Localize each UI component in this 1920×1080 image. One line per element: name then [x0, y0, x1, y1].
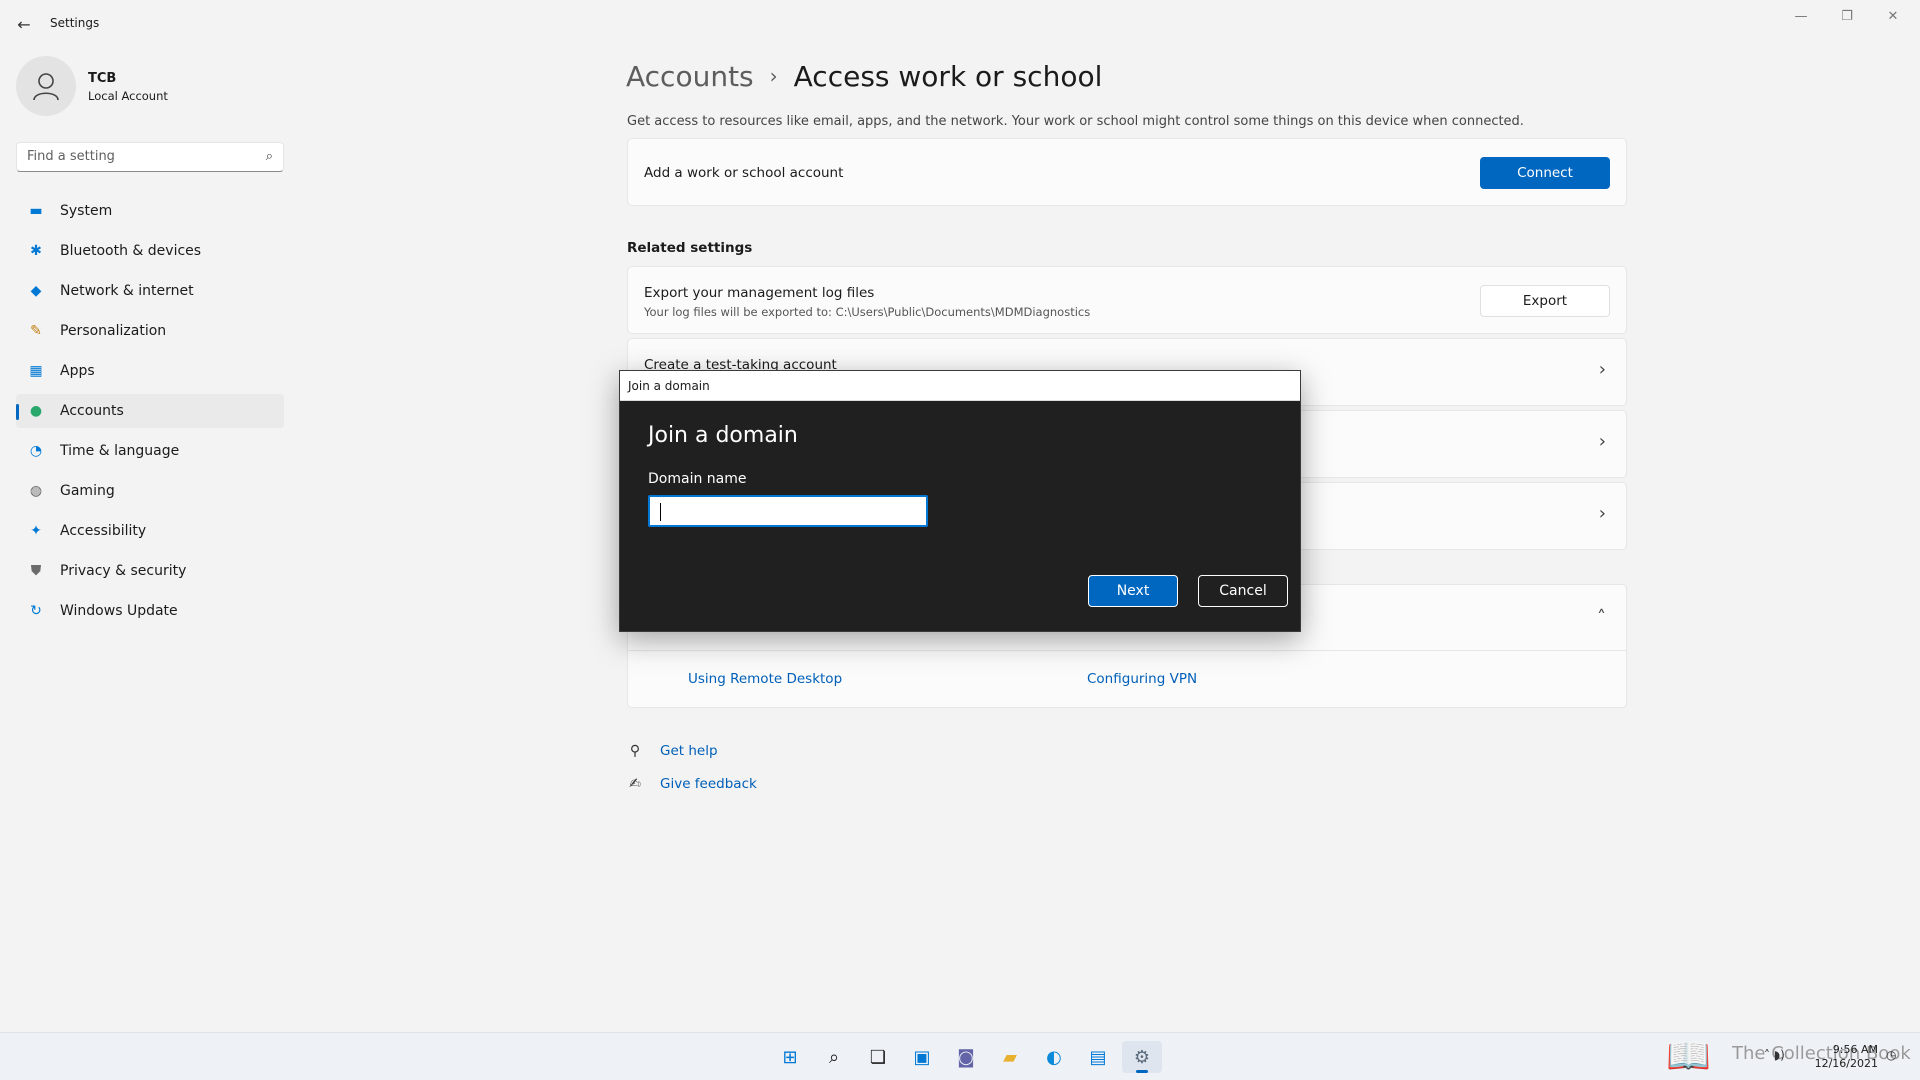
avatar	[16, 56, 76, 116]
sidebar-item-label: Network & internet	[60, 283, 194, 299]
sidebar-item-network-internet[interactable]: ◆ Network & internet	[16, 274, 284, 308]
export-logs-title: Export your management log files	[644, 285, 875, 301]
sidebar-item-personalization[interactable]: ✎ Personalization	[16, 314, 284, 348]
gamepad-icon: ◍	[29, 483, 43, 499]
title-bar: ← Settings — ❐ ✕	[0, 0, 1920, 48]
brush-icon: ✎	[30, 323, 42, 339]
settings-search[interactable]: ⌕	[16, 142, 284, 172]
profile-account-type: Local Account	[88, 89, 168, 103]
back-arrow-icon: ←	[17, 14, 31, 34]
apps-icon: ▦	[29, 363, 43, 379]
export-logs-path: Your log files will be exported to: C:\U…	[644, 305, 1091, 319]
restore-button[interactable]: ❐	[1824, 6, 1870, 26]
join-domain-dialog: Join a domain Join a domain Domain name …	[619, 370, 1301, 632]
domain-name-field[interactable]	[648, 495, 928, 527]
profile-card[interactable]: TCB Local Account	[16, 56, 276, 120]
bluetooth-icon: ✱	[30, 243, 42, 259]
back-button[interactable]: ←	[10, 12, 38, 36]
sidebar-item-label: Apps	[60, 363, 95, 379]
sidebar-item-label: Personalization	[60, 323, 167, 339]
sidebar-item-windows-update[interactable]: ↻ Windows Update	[16, 594, 284, 628]
give-feedback-link[interactable]: Give feedback	[660, 776, 757, 792]
breadcrumb: Accounts › Access work or school	[626, 56, 1102, 96]
get-help-row[interactable]: ⚲ Get help	[626, 742, 718, 760]
person-icon: ●	[29, 403, 43, 419]
sidebar-item-label: Gaming	[60, 483, 115, 499]
export-logs-card: Export your management log files Your lo…	[627, 266, 1627, 334]
sidebar-item-privacy-security[interactable]: ⛊ Privacy & security	[16, 554, 284, 588]
sidebar-item-label: Bluetooth & devices	[60, 243, 202, 259]
sidebar-item-apps[interactable]: ▦ Apps	[16, 354, 284, 388]
profile-name: TCB	[88, 71, 117, 86]
globe-clock-icon: ◔	[29, 443, 43, 459]
breadcrumb-separator-icon: ›	[769, 64, 778, 88]
search-icon[interactable]: ⌕	[266, 149, 273, 164]
user-icon	[33, 73, 59, 101]
sidebar-item-gaming[interactable]: ◍ Gaming	[16, 474, 284, 508]
sidebar-item-label: System	[60, 203, 113, 219]
remote-desktop-link[interactable]: Using Remote Desktop	[688, 671, 842, 687]
book-icon: 📖	[1666, 1036, 1711, 1077]
sidebar-nav: ▬ System ✱ Bluetooth & devices ◆ Network & in…	[16, 194, 284, 634]
sidebar-item-system[interactable]: ▬ System	[16, 194, 284, 228]
sidebar-item-label: Privacy & security	[60, 563, 187, 579]
page-description: Get access to resources like email, apps…	[627, 114, 1524, 129]
feedback-icon: ✍	[629, 776, 641, 792]
breadcrumb-parent[interactable]: Accounts	[626, 60, 754, 93]
page-title: Access work or school	[793, 59, 1103, 93]
monitor-icon: ▬	[29, 203, 43, 219]
tray-icons[interactable]: ˄ ◗)	[1764, 1048, 1785, 1062]
sidebar-item-time-language[interactable]: ◔ Time & language	[16, 434, 284, 468]
sidebar-item-label: Time & language	[60, 443, 180, 459]
wifi-icon: ◆	[30, 283, 42, 299]
connect-button[interactable]: Connect	[1480, 157, 1610, 189]
sidebar-item-accessibility[interactable]: ✦ Accessibility	[16, 514, 284, 548]
taskbar-clock[interactable]: 9:56 AM 12/16/2021	[1815, 1043, 1878, 1071]
vpn-link[interactable]: Configuring VPN	[1087, 671, 1197, 687]
sidebar-item-label: Accessibility	[60, 523, 147, 539]
sidebar-item-label: Accounts	[60, 403, 124, 419]
notifications-icon[interactable]: ◷	[1886, 1048, 1896, 1062]
close-button[interactable]: ✕	[1870, 6, 1916, 26]
shield-icon: ⛊	[30, 563, 42, 579]
chevron-up-icon: ˄	[1597, 607, 1606, 628]
export-button[interactable]: Export	[1480, 285, 1610, 317]
text-caret	[660, 503, 661, 521]
minimize-button[interactable]: —	[1778, 6, 1824, 26]
chevron-right-icon: ›	[1598, 503, 1606, 524]
give-feedback-row[interactable]: ✍ Give feedback	[626, 775, 757, 793]
next-button[interactable]: Next	[1088, 575, 1178, 607]
clock-time: 9:56 AM	[1832, 1043, 1878, 1056]
clock-date: 12/16/2021	[1814, 1057, 1878, 1070]
add-account-label: Add a work or school account	[644, 165, 844, 181]
search-input[interactable]	[27, 149, 247, 164]
close-icon: ✕	[1887, 8, 1899, 24]
dialog-heading: Join a domain	[648, 423, 798, 448]
domain-name-label: Domain name	[648, 471, 747, 487]
chevron-right-icon: ›	[1598, 431, 1606, 452]
accessibility-icon: ✦	[30, 523, 42, 539]
sidebar-item-bluetooth-devices[interactable]: ✱ Bluetooth & devices	[16, 234, 284, 268]
update-icon: ↻	[30, 603, 42, 619]
sidebar-item-label: Windows Update	[60, 603, 178, 619]
minimize-icon: —	[1794, 8, 1808, 24]
add-account-card: Add a work or school account Connect	[627, 138, 1627, 206]
system-tray: 📖 The Collection Book ˄ ◗) 9:56 AM 12/16…	[0, 1033, 1920, 1080]
taskbar: ⊞ ⌕ ❏ ▣ ◙ ▰ ◐ ▤ ⚙ 📖 The Collection Book ˄ ◗) 9:5…	[0, 1032, 1920, 1080]
domain-name-input[interactable]	[658, 502, 918, 518]
restore-icon: ❐	[1841, 8, 1853, 24]
cancel-button[interactable]: Cancel	[1198, 575, 1288, 607]
chevron-right-icon: ›	[1598, 359, 1606, 380]
get-help-link[interactable]: Get help	[660, 743, 718, 759]
help-icon: ⚲	[629, 743, 641, 759]
dialog-window-title: Join a domain	[628, 379, 710, 393]
app-title: Settings	[50, 16, 100, 30]
sidebar-item-accounts[interactable]: ● Accounts	[16, 394, 284, 428]
related-settings-heading: Related settings	[627, 240, 753, 256]
dialog-title-bar[interactable]: Join a domain	[620, 371, 1300, 401]
